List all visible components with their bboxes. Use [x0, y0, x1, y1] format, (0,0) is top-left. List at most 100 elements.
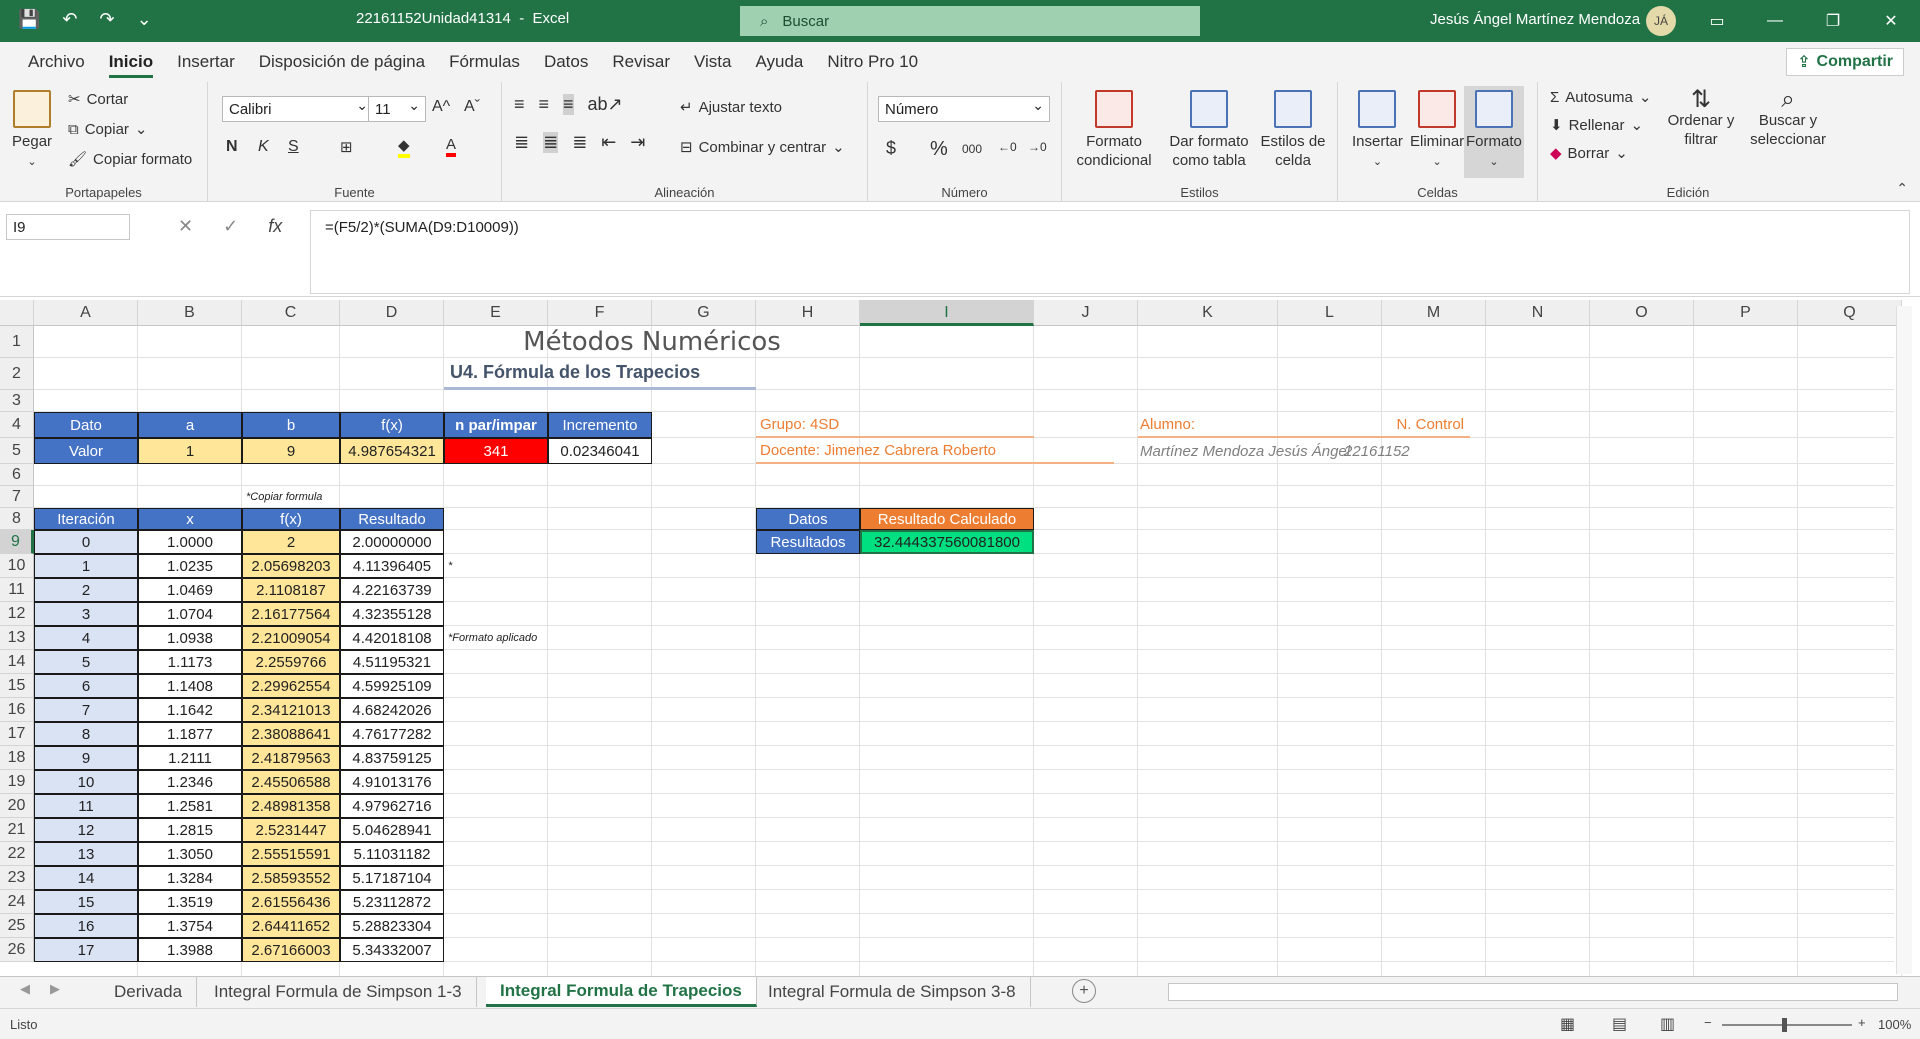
table-cell[interactable]: 1.1408 — [138, 674, 242, 698]
result-value[interactable]: 32.444337560081800 — [860, 530, 1034, 554]
row-header-3[interactable]: 3 — [0, 390, 34, 412]
param-value[interactable]: Valor — [34, 438, 138, 464]
underline-button[interactable]: S — [288, 138, 299, 156]
table-cell[interactable]: 5.34332007 — [340, 938, 444, 962]
tab-formulas[interactable]: Fórmulas — [437, 42, 532, 82]
format-painter-button[interactable]: 🖌 Copiar formato — [68, 150, 192, 169]
fill-color-button[interactable]: ◆ — [398, 136, 410, 158]
zoom-in-icon[interactable]: + — [1858, 1015, 1866, 1030]
result-header[interactable]: Resultado Calculado — [860, 508, 1034, 530]
align-middle-icon[interactable]: ≡ — [539, 94, 550, 115]
table-cell[interactable]: 14 — [34, 866, 138, 890]
spreadsheet-grid[interactable]: A B C D E F G H I J K L M N O P Q 1 2 3 4 5 6 7 8 9 10 11 12 13 14 15 16… — [0, 300, 1920, 976]
table-cell[interactable]: 1.3519 — [138, 890, 242, 914]
enter-icon[interactable]: ✓ — [223, 216, 238, 237]
param-value[interactable]: 9 — [242, 438, 340, 464]
table-cell[interactable]: 2.2559766 — [242, 650, 340, 674]
format-as-table-button[interactable]: Dar formato como tabla — [1166, 90, 1252, 170]
param-header[interactable]: Incremento — [548, 412, 652, 438]
table-cell[interactable]: 0 — [34, 530, 138, 554]
delete-cells-button[interactable]: Eliminar ⌄ — [1410, 90, 1464, 172]
row-header-25[interactable]: 25 — [0, 914, 34, 938]
row-header-19[interactable]: 19 — [0, 770, 34, 794]
table-cell[interactable]: 5 — [34, 650, 138, 674]
row-header-11[interactable]: 11 — [0, 578, 34, 602]
row-header-21[interactable]: 21 — [0, 818, 34, 842]
row-header-12[interactable]: 12 — [0, 602, 34, 626]
row-header-20[interactable]: 20 — [0, 794, 34, 818]
row-header-8[interactable]: 8 — [0, 508, 34, 530]
table-cell[interactable]: 2.45506588 — [242, 770, 340, 794]
table-cell[interactable]: 10 — [34, 770, 138, 794]
column-header-a[interactable]: A — [34, 300, 138, 326]
column-header-n[interactable]: N — [1486, 300, 1590, 326]
row-header-4[interactable]: 4 — [0, 412, 34, 438]
column-header-p[interactable]: P — [1694, 300, 1798, 326]
table-cell[interactable]: 1.2815 — [138, 818, 242, 842]
group-label[interactable]: Grupo: 4SD — [756, 412, 1034, 438]
undo-icon[interactable]: ↶ — [62, 9, 77, 30]
table-cell[interactable]: 12 — [34, 818, 138, 842]
table-cell[interactable]: 1.1173 — [138, 650, 242, 674]
tab-revisar[interactable]: Revisar — [600, 42, 682, 82]
table-header[interactable]: x — [138, 508, 242, 530]
param-header[interactable]: Dato — [34, 412, 138, 438]
column-header-b[interactable]: B — [138, 300, 242, 326]
row-header-7[interactable]: 7 — [0, 486, 34, 508]
column-header-f[interactable]: F — [548, 300, 652, 326]
tab-archivo[interactable]: Archivo — [16, 42, 97, 82]
decrease-indent-icon[interactable]: ⇤ — [601, 132, 616, 153]
tab-disposicion[interactable]: Disposición de página — [247, 42, 437, 82]
row-header-13[interactable]: 13 — [0, 626, 34, 650]
table-cell[interactable]: 13 — [34, 842, 138, 866]
insert-cells-button[interactable]: Insertar ⌄ — [1352, 90, 1403, 172]
param-header[interactable]: a — [138, 412, 242, 438]
row-header-23[interactable]: 23 — [0, 866, 34, 890]
column-header-m[interactable]: M — [1382, 300, 1486, 326]
table-cell[interactable]: 2.21009054 — [242, 626, 340, 650]
formula-input[interactable]: =(F5/2)*(SUMA(D9:D10009)) — [310, 210, 1910, 294]
param-header[interactable]: b — [242, 412, 340, 438]
close-icon[interactable]: ✕ — [1862, 0, 1920, 42]
table-cell[interactable]: 1.0000 — [138, 530, 242, 554]
name-box[interactable]: I9 — [6, 214, 130, 240]
table-cell[interactable]: 2.55515591 — [242, 842, 340, 866]
bold-button[interactable]: N — [226, 138, 238, 156]
next-sheet-icon[interactable]: ▶ — [50, 981, 60, 997]
page-layout-icon[interactable]: ▤ — [1612, 1014, 1627, 1034]
zoom-out-icon[interactable]: − — [1704, 1015, 1712, 1030]
increase-decimal-icon[interactable]: ←0 — [998, 140, 1017, 154]
column-header-c[interactable]: C — [242, 300, 340, 326]
align-top-icon[interactable]: ≡ — [514, 94, 525, 115]
table-cell[interactable]: 2.05698203 — [242, 554, 340, 578]
table-cell[interactable]: 2.29962554 — [242, 674, 340, 698]
search-box[interactable]: ⌕ Buscar — [740, 6, 1200, 36]
table-cell[interactable]: 2.5231447 — [242, 818, 340, 842]
table-cell[interactable]: 11 — [34, 794, 138, 818]
note-star[interactable]: * — [444, 554, 548, 578]
table-cell[interactable]: 2.58593552 — [242, 866, 340, 890]
table-cell[interactable]: 2.34121013 — [242, 698, 340, 722]
table-cell[interactable]: 4.51195321 — [340, 650, 444, 674]
row-header-6[interactable]: 6 — [0, 464, 34, 486]
table-cell[interactable]: 5.17187104 — [340, 866, 444, 890]
sheet-subtitle[interactable]: U4. Fórmula de los Trapecios — [444, 358, 756, 390]
add-sheet-icon[interactable]: + — [1072, 979, 1096, 1003]
sheet-tab[interactable]: Integral Formula de Simpson 1-3 — [200, 977, 477, 1007]
thousands-button[interactable]: 000 — [962, 142, 982, 156]
param-value[interactable]: 0.02346041 — [548, 438, 652, 464]
table-cell[interactable]: 2 — [242, 530, 340, 554]
result-header[interactable]: Datos — [756, 508, 860, 530]
grow-font-button[interactable]: A^ — [432, 98, 450, 116]
table-cell[interactable]: 6 — [34, 674, 138, 698]
normal-view-icon[interactable]: ▦ — [1560, 1014, 1575, 1034]
table-cell[interactable]: 1.2111 — [138, 746, 242, 770]
row-header-26[interactable]: 26 — [0, 938, 34, 962]
table-cell[interactable]: 1.3284 — [138, 866, 242, 890]
column-header-q[interactable]: Q — [1798, 300, 1902, 326]
table-cell[interactable]: 2.64411652 — [242, 914, 340, 938]
font-name-select[interactable]: Calibri — [222, 96, 374, 122]
row-header-22[interactable]: 22 — [0, 842, 34, 866]
note-copy-formula[interactable]: *Copiar formula — [242, 486, 444, 508]
table-cell[interactable]: 8 — [34, 722, 138, 746]
